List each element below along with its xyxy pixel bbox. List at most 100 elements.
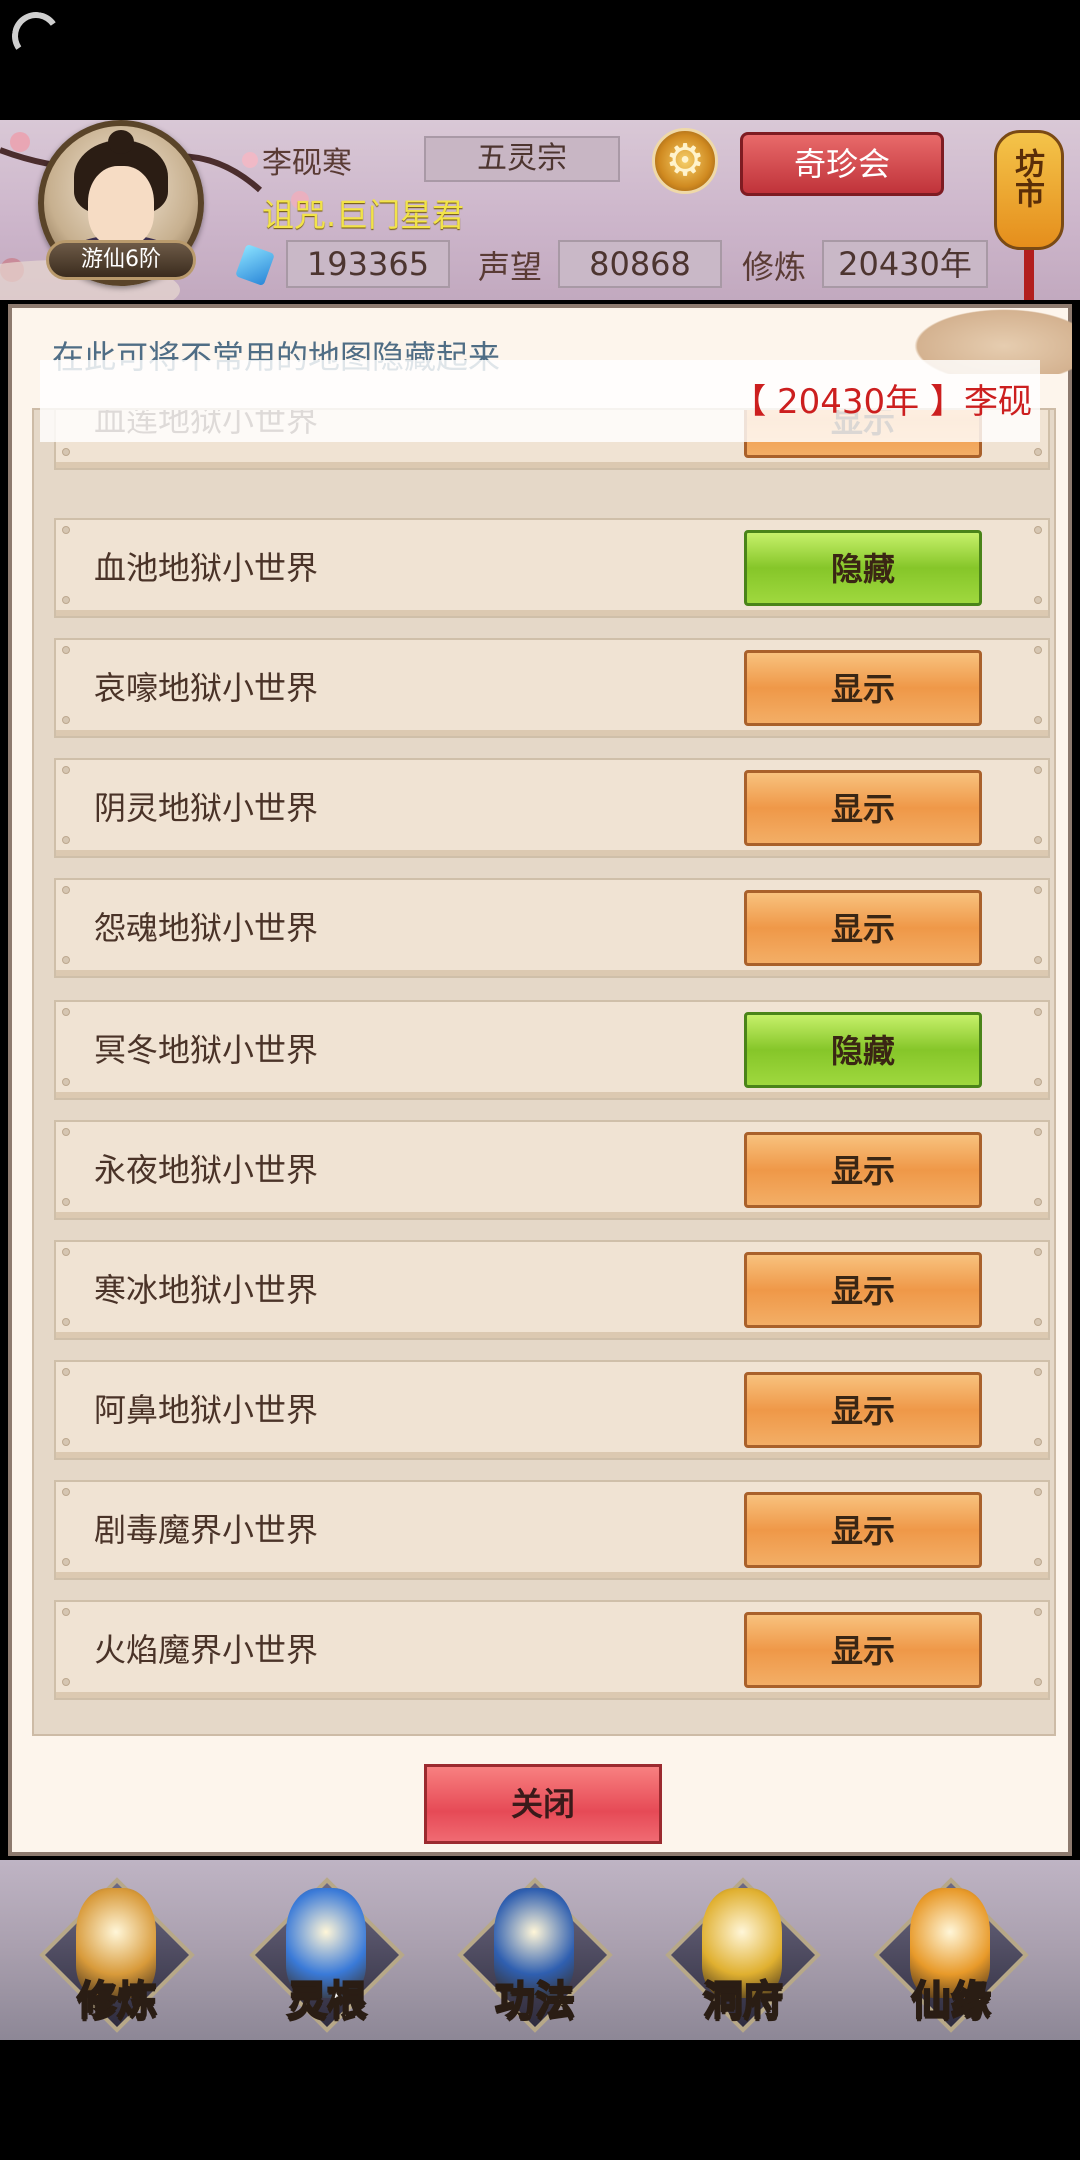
list-item: 火焰魔界小世界 显示: [54, 1600, 1050, 1700]
rivet-decoration: [62, 1198, 70, 1206]
rivet-decoration: [62, 1128, 70, 1136]
rivet-decoration: [1034, 526, 1042, 534]
map-list[interactable]: 血莲地狱小世界显示血池地狱小世界隐藏哀嚎地狱小世界显示阴灵地狱小世界显示怨魂地狱…: [32, 408, 1056, 1736]
show-map-button[interactable]: 显示: [744, 650, 982, 726]
rivet-decoration: [1034, 1678, 1042, 1686]
nav-label: 功法: [494, 1977, 576, 2025]
cultivation-value: 20430年: [822, 240, 988, 288]
show-map-button[interactable]: 显示: [744, 1492, 982, 1568]
rivet-decoration: [1034, 1438, 1042, 1446]
rivet-decoration: [1034, 1368, 1042, 1376]
hide-map-button[interactable]: 隐藏: [744, 1012, 982, 1088]
spirit-stone-count: 193365: [286, 240, 450, 288]
rivet-decoration: [62, 886, 70, 894]
map-visibility-panel: 在此可将不常用的地图隐藏起来 血莲地狱小世界显示血池地狱小世界隐藏哀嚎地狱小世界…: [8, 304, 1072, 1856]
gear-icon: ⚙: [665, 135, 705, 186]
settings-button[interactable]: ⚙: [652, 128, 718, 194]
list-item: 永夜地狱小世界 显示: [54, 1120, 1050, 1220]
map-name: 血池地狱小世界: [94, 549, 319, 587]
status-bar: [0, 0, 1080, 120]
nav-label: 修炼: [76, 1977, 158, 2025]
map-name: 寒冰地狱小世界: [94, 1271, 319, 1309]
show-map-button[interactable]: 显示: [744, 1252, 982, 1328]
market-lantern-button[interactable]: 坊市: [988, 120, 1068, 300]
rivet-decoration: [1034, 1078, 1042, 1086]
rivet-decoration: [62, 1608, 70, 1616]
show-map-button[interactable]: 显示: [744, 770, 982, 846]
hide-map-button[interactable]: 隐藏: [744, 530, 982, 606]
rivet-decoration: [62, 766, 70, 774]
player-name: 李砚寒: [262, 146, 352, 181]
rivet-decoration: [62, 596, 70, 604]
nav-label: 洞府: [702, 1977, 784, 2025]
rivet-decoration: [1034, 716, 1042, 724]
treasure-fair-button[interactable]: 奇珍会: [740, 132, 944, 196]
rivet-decoration: [62, 448, 70, 456]
notice-text: 【 20430年 】李砚: [732, 382, 1032, 422]
rivet-decoration: [62, 1008, 70, 1016]
reputation-value: 80868: [558, 240, 722, 288]
nav-item-cultivation[interactable]: 修炼: [32, 1877, 195, 2033]
map-name: 怨魂地狱小世界: [94, 909, 319, 947]
show-map-button[interactable]: 显示: [744, 890, 982, 966]
nav-item-cave-abode[interactable]: 洞府: [658, 1877, 821, 2033]
rivet-decoration: [1034, 886, 1042, 894]
rivet-decoration: [1034, 646, 1042, 654]
player-title: 诅咒.巨门星君: [262, 196, 465, 234]
list-item: 寒冰地狱小世界 显示: [54, 1240, 1050, 1340]
sect-name: 五灵宗: [424, 136, 620, 182]
player-header: 游仙6阶 李砚寒 五灵宗 ⚙ 奇珍会 诅咒.巨门星君 坊市 193365 声望 …: [0, 120, 1080, 300]
rivet-decoration: [1034, 1608, 1042, 1616]
list-item: 怨魂地狱小世界 显示: [54, 878, 1050, 978]
rivet-decoration: [1034, 448, 1042, 456]
rank-badge: 游仙6阶: [46, 240, 196, 280]
rivet-decoration: [62, 836, 70, 844]
rivet-decoration: [62, 526, 70, 534]
rivet-decoration: [62, 1678, 70, 1686]
list-item: 剧毒魔界小世界 显示: [54, 1480, 1050, 1580]
map-name: 阴灵地狱小世界: [94, 789, 319, 827]
map-name: 剧毒魔界小世界: [94, 1511, 319, 1549]
rivet-decoration: [62, 1368, 70, 1376]
close-button[interactable]: 关闭: [424, 1764, 662, 1844]
map-name: 冥冬地狱小世界: [94, 1031, 319, 1069]
rivet-decoration: [62, 1248, 70, 1256]
rivet-decoration: [62, 1318, 70, 1326]
nav-item-immortal-fate[interactable]: 仙缘: [866, 1877, 1029, 2033]
rivet-decoration: [1034, 1008, 1042, 1016]
map-name: 永夜地狱小世界: [94, 1151, 319, 1189]
show-map-button[interactable]: 显示: [744, 1132, 982, 1208]
list-item: 阴灵地狱小世界 显示: [54, 758, 1050, 858]
show-map-button[interactable]: 显示: [744, 1612, 982, 1688]
show-map-button[interactable]: 显示: [744, 1372, 982, 1448]
cultivation-label: 修炼: [742, 248, 807, 286]
nav-item-technique[interactable]: 功法: [450, 1877, 613, 2033]
list-item: 冥冬地狱小世界 隐藏: [54, 1000, 1050, 1100]
rivet-decoration: [62, 956, 70, 964]
rivet-decoration: [1034, 956, 1042, 964]
rivet-decoration: [1034, 1488, 1042, 1496]
rivet-decoration: [1034, 766, 1042, 774]
rivet-decoration: [1034, 1318, 1042, 1326]
list-item: 血池地狱小世界 隐藏: [54, 518, 1050, 618]
rivet-decoration: [1034, 596, 1042, 604]
rivet-decoration: [62, 646, 70, 654]
rivet-decoration: [1034, 1128, 1042, 1136]
notice-banner: 【 20430年 】李砚: [40, 360, 1040, 442]
map-name: 哀嚎地狱小世界: [94, 669, 319, 707]
rivet-decoration: [1034, 836, 1042, 844]
rivet-decoration: [1034, 1248, 1042, 1256]
system-navigation-area: [0, 2040, 1080, 2160]
loading-spinner-icon: [8, 8, 64, 64]
market-label: 坊市: [1009, 148, 1044, 208]
rivet-decoration: [62, 1438, 70, 1446]
map-name: 阿鼻地狱小世界: [94, 1391, 319, 1429]
reputation-label: 声望: [478, 248, 543, 286]
rivet-decoration: [1034, 1558, 1042, 1566]
list-item: 哀嚎地狱小世界 显示: [54, 638, 1050, 738]
rivet-decoration: [1034, 1198, 1042, 1206]
map-name: 火焰魔界小世界: [94, 1631, 319, 1669]
rivet-decoration: [62, 1078, 70, 1086]
bottom-navigation: 修炼 灵根 功法 洞府 仙缘: [0, 1860, 1080, 2040]
nav-item-spirit-root[interactable]: 灵根: [242, 1877, 405, 2033]
